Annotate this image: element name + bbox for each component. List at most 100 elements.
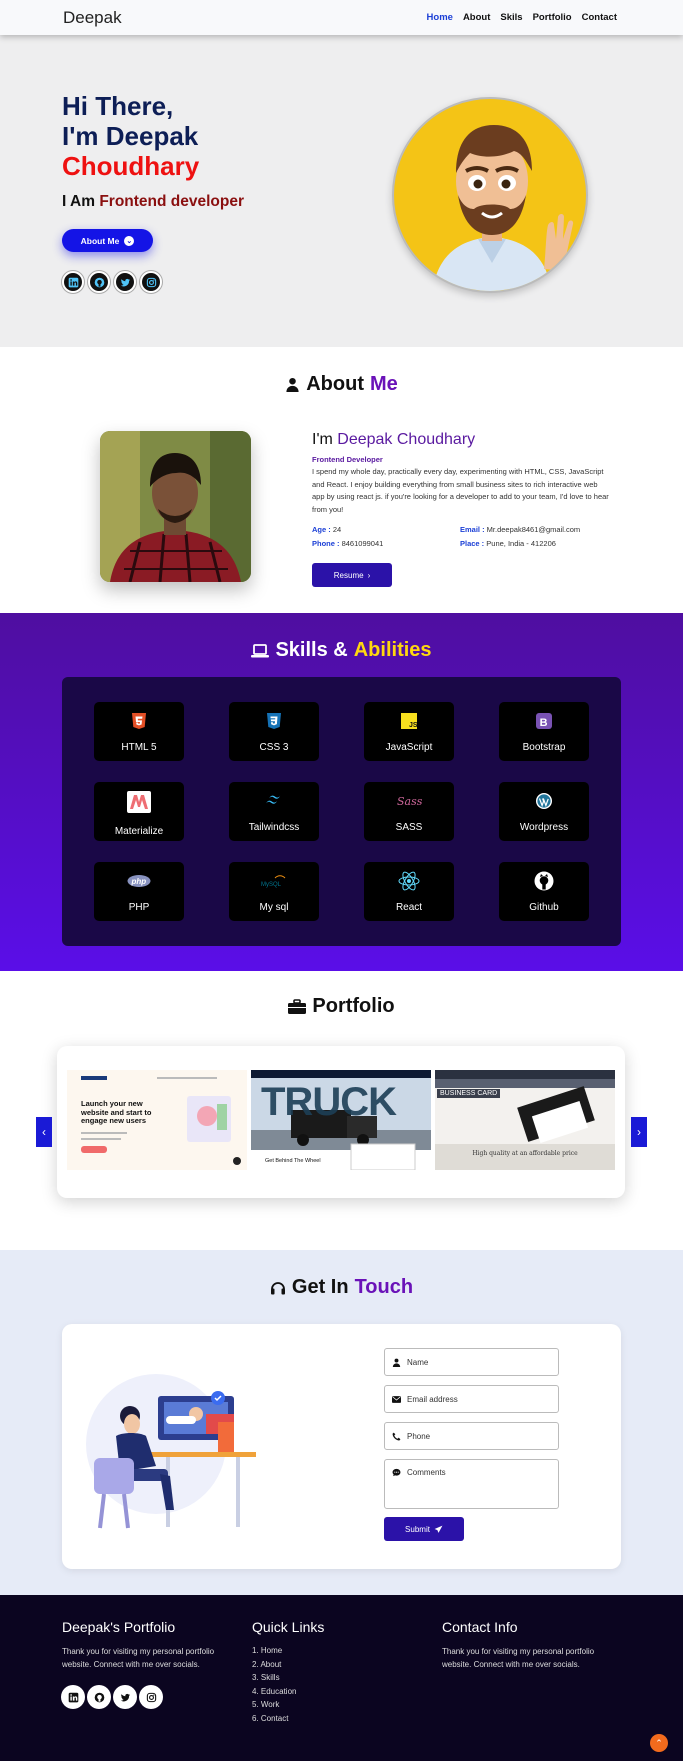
instagram-icon[interactable] — [140, 1686, 162, 1708]
profile-photo — [100, 431, 251, 582]
skill-card-tailwind: Tailwindcss — [229, 782, 319, 841]
phone-placeholder: Phone — [407, 1431, 431, 1441]
instagram-icon[interactable] — [140, 271, 162, 293]
paper-plane-icon — [434, 1525, 443, 1533]
submit-button[interactable]: Submit — [384, 1517, 464, 1541]
github-icon[interactable] — [88, 1686, 110, 1708]
resume-button[interactable]: Resume › — [312, 563, 392, 587]
linkedin-icon[interactable] — [62, 271, 84, 293]
phone-value: 8461099041 — [339, 539, 384, 548]
scroll-to-top-button[interactable]: ⌃ — [650, 1734, 668, 1752]
chevron-right-icon: › — [367, 570, 371, 580]
nav-link-portfolio[interactable]: Portfolio — [533, 12, 572, 23]
about-title: About Me — [0, 373, 683, 396]
footer-link-contact[interactable]: 6. Contact — [252, 1712, 296, 1726]
bootstrap-icon: B — [536, 713, 552, 729]
contact-title-a: Get In — [291, 1276, 349, 1298]
skill-card-sass: Sass SASS — [364, 782, 454, 841]
user-icon — [392, 1358, 401, 1367]
github-icon — [534, 871, 554, 891]
skill-card-materialize: Materialize — [94, 782, 184, 841]
hero-line-2: I'm Deepak — [62, 121, 199, 151]
comments-placeholder: Comments — [407, 1468, 446, 1477]
nav-link-home[interactable]: Home — [427, 12, 453, 23]
carousel-prev-button[interactable]: ‹ — [36, 1117, 52, 1147]
about-name: I'm Deepak Choudhary — [312, 431, 475, 449]
twitter-icon[interactable] — [114, 1686, 136, 1708]
carousel-next-button[interactable]: › — [631, 1117, 647, 1147]
brand-logo[interactable]: Deepak — [63, 8, 122, 28]
portfolio-item-3[interactable]: BUSINESS CARD High quality at an afforda… — [435, 1070, 615, 1170]
footer-link-skills[interactable]: 3. Skills — [252, 1671, 296, 1685]
skill-label: CSS 3 — [259, 742, 289, 753]
portfolio-item-2-word: TRUCK — [261, 1080, 397, 1124]
skill-label: Wordpress — [519, 822, 569, 833]
contact-illustration — [86, 1374, 256, 1529]
skills-title-a: Skills & — [275, 639, 348, 661]
contact-section: Get In Touch Name Email address Phone Com… — [0, 1250, 683, 1595]
navbar: Deepak Home About Skils Portfolio Contac… — [0, 0, 683, 35]
skill-card-javascript: JS JavaScript — [364, 702, 454, 761]
resume-label: Resume — [333, 570, 364, 580]
hero-subtitle: I Am Frontend developer — [62, 193, 244, 211]
twitter-icon[interactable] — [114, 271, 136, 293]
portfolio-item-2[interactable]: TRUCK Get Behind The Wheel — [251, 1070, 431, 1170]
footer-about-text: Thank you for visiting my personal portf… — [62, 1647, 215, 1669]
hero-section: Hi There, I'm Deepak Choudhary I Am Fron… — [0, 35, 683, 347]
contact-card: Name Email address Phone Comments Submit — [62, 1324, 621, 1569]
skill-card-react: React — [364, 862, 454, 921]
envelope-icon — [392, 1395, 401, 1403]
about-place: Place : Pune, India - 412206 — [460, 539, 556, 548]
chevron-down-icon: ⌄ — [124, 235, 135, 246]
footer-link-work[interactable]: 5. Work — [252, 1698, 296, 1712]
mysql-icon: MySQL — [261, 875, 286, 888]
skills-section: Skills & Abilities HTML 5 CSS 3 JS JavaSc… — [0, 613, 683, 971]
avatar-illustration — [392, 97, 588, 293]
footer-link-about[interactable]: 2. About — [252, 1658, 296, 1672]
skill-card-github: Github — [499, 862, 589, 921]
svg-text:B: B — [540, 717, 548, 729]
email-field[interactable]: Email address — [384, 1385, 559, 1413]
skill-card-css3: CSS 3 — [229, 702, 319, 761]
name-placeholder: Name — [407, 1357, 429, 1367]
hero-heading: Hi There, I'm Deepak Choudhary — [62, 91, 199, 181]
footer-link-education[interactable]: 4. Education — [252, 1685, 296, 1699]
email-placeholder: Email address — [407, 1394, 458, 1404]
phone-icon — [392, 1432, 401, 1440]
nav-link-about[interactable]: About — [463, 12, 490, 23]
portfolio-item-3-caption: High quality at an affordable price — [472, 1150, 578, 1157]
footer-link-home[interactable]: 1. Home — [252, 1644, 296, 1658]
phone-field[interactable]: Phone — [384, 1422, 559, 1450]
about-section: About Me I'm Deepak Choudhary Frontend De… — [0, 347, 683, 613]
github-icon[interactable] — [88, 271, 110, 293]
svg-text:JS: JS — [409, 722, 418, 729]
age-label: Age : — [312, 525, 331, 534]
footer-contact-text: Thank you for visiting my personal portf… — [442, 1647, 595, 1669]
headset-icon — [270, 1281, 285, 1294]
portfolio-item-1[interactable]: Launch your new website and start to eng… — [67, 1070, 247, 1170]
nav-link-skills[interactable]: Skils — [500, 12, 522, 23]
skill-label: Bootstrap — [522, 742, 566, 753]
comments-field[interactable]: Comments — [384, 1459, 559, 1509]
portfolio-title-text: Portfolio — [312, 995, 395, 1017]
react-icon — [398, 871, 420, 891]
portfolio-item-1-heading: Launch your new website and start to eng… — [81, 1099, 152, 1125]
footer-links-title: Quick Links — [252, 1619, 325, 1635]
svg-text:php: php — [131, 877, 147, 886]
html5-icon — [132, 713, 146, 729]
sass-icon: Sass — [397, 795, 422, 808]
about-title-a: About — [306, 373, 364, 395]
skill-card-php: php PHP — [94, 862, 184, 921]
skills-title-b: Abilities — [353, 639, 432, 661]
laptop-icon — [251, 643, 270, 657]
hero-line-1: Hi There, — [62, 91, 174, 121]
skill-card-wordpress: Wordpress — [499, 782, 589, 841]
about-me-button[interactable]: About Me ⌄ — [62, 229, 153, 252]
nav-link-contact[interactable]: Contact — [582, 12, 617, 23]
wordpress-icon — [536, 793, 552, 809]
hero-subtitle-prefix: I Am — [62, 193, 100, 210]
name-field[interactable]: Name — [384, 1348, 559, 1376]
briefcase-icon — [288, 998, 307, 1014]
linkedin-icon[interactable] — [62, 1686, 84, 1708]
nav-links: Home About Skils Portfolio Contact — [427, 12, 617, 23]
